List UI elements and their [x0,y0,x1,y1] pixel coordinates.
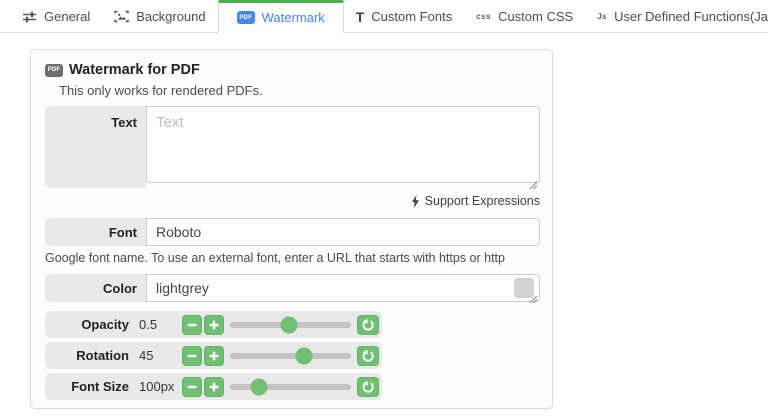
text-icon: T [356,9,365,25]
tab-label: Background [136,9,205,24]
tab-custom-css[interactable]: css Custom CSS [464,0,585,33]
rotation-slider-handle[interactable] [295,347,312,364]
watermark-panel: PDF Watermark for PDF This only works fo… [30,49,553,409]
font-help-text: Google font name. To use an external fon… [45,251,540,265]
font-field-label: Font [45,218,146,246]
slider-row-font-size: Font Size 100px [45,373,382,400]
rotation-label: Rotation [45,348,129,363]
font-size-decrease-button[interactable] [182,377,202,397]
opacity-reset-button[interactable] [357,315,379,335]
font-field-row: Font [45,218,540,246]
rotation-slider-track[interactable] [230,353,351,359]
slider-row-rotation: Rotation 45 [45,342,382,369]
flash-icon [411,195,420,208]
tab-user-defined-functions[interactable]: Js User Defined Functions(Javascript) [585,0,768,33]
font-size-slider-track[interactable] [230,384,351,390]
font-name-input[interactable] [146,218,540,246]
font-size-reset-button[interactable] [357,377,379,397]
opacity-slider-track[interactable] [230,322,351,328]
tab-background[interactable]: Background [102,0,217,33]
tab-label: Custom CSS [498,9,573,24]
rotation-reset-button[interactable] [357,346,379,366]
font-size-slider-handle[interactable] [251,378,268,395]
tab-label: User Defined Functions(Javascript) [614,9,768,24]
pdf-badge-icon: PDF [45,64,63,77]
support-expressions-label: Support Expressions [425,194,540,208]
panel-title: Watermark for PDF [69,62,200,78]
rotation-decrease-button[interactable] [182,346,202,366]
color-field-label: Color [45,274,146,302]
tab-custom-fonts[interactable]: T Custom Fonts [344,0,464,33]
color-field-row: Color [45,274,540,302]
rotation-value: 45 [139,348,182,363]
rotation-increase-button[interactable] [204,346,224,366]
text-field-label: Text [45,106,146,188]
support-expressions-note: Support Expressions [45,194,540,208]
css-icon: css [476,12,491,21]
opacity-value: 0.5 [139,317,182,332]
opacity-increase-button[interactable] [204,315,224,335]
opacity-decrease-button[interactable] [182,315,202,335]
font-size-value: 100px [139,379,182,394]
tab-watermark[interactable]: PDF Watermark [218,0,344,33]
tab-general[interactable]: General [10,0,102,33]
tab-label: Custom Fonts [371,9,452,24]
tab-label: General [44,9,90,24]
tab-label: Watermark [262,10,325,25]
text-field-wrap [146,106,540,188]
font-size-label: Font Size [45,379,129,394]
slider-row-opacity: Opacity 0.5 [45,311,382,338]
font-size-increase-button[interactable] [204,377,224,397]
color-field-wrap [146,274,540,302]
opacity-label: Opacity [45,317,129,332]
panel-title-row: PDF Watermark for PDF [45,62,540,78]
panel-subtitle: This only works for rendered PDFs. [59,83,540,98]
opacity-slider-handle[interactable] [281,316,298,333]
resize-handle-icon[interactable] [529,291,538,300]
resize-handle-icon[interactable] [529,177,538,186]
image-icon [114,10,129,23]
text-field-row: Text [45,106,540,188]
settings-tab-bar: General Background PDF Watermark T Custo… [0,0,768,33]
pdf-badge-icon: PDF [237,11,255,24]
tune-icon [22,10,37,24]
color-input[interactable] [146,274,540,302]
watermark-text-input[interactable] [146,106,540,183]
javascript-icon: Js [597,12,607,21]
